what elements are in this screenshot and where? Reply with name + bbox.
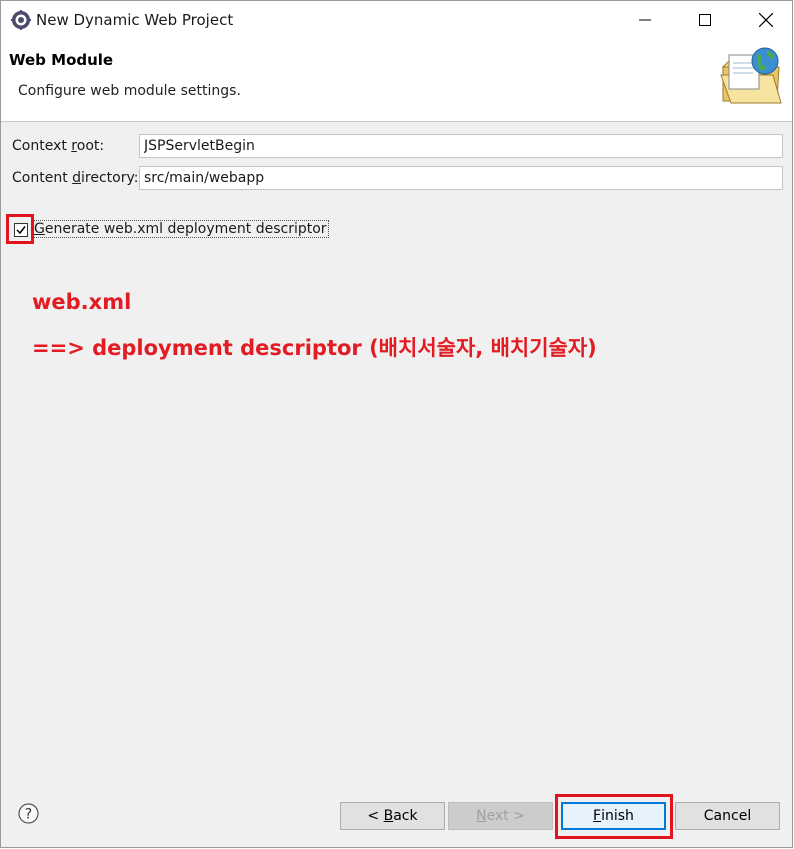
generate-descriptor-label[interactable]: Generate web.xml deployment descriptor [32,220,329,238]
page-title: Web Module [9,51,114,69]
context-root-label-pre: Context [12,138,72,154]
context-root-label: Context root: [12,138,104,154]
annotation-line-1: web.xml [32,290,132,314]
content-directory-mnemonic: d [72,170,82,186]
annotation-line-2: ==> deployment descriptor (배치서술자, 배치기술자) [32,336,597,360]
back-mnemonic: B [383,808,394,824]
highlight-box-finish [555,794,673,839]
back-label-pre: < [367,808,384,824]
cancel-button[interactable]: Cancel [675,802,780,830]
back-button[interactable]: < Back [340,802,445,830]
context-root-label-post: oot: [76,138,105,154]
next-button[interactable]: Next > [448,802,553,830]
content-directory-label-pre: Content [12,170,73,186]
svg-text:?: ? [25,807,32,823]
minimize-icon [639,19,651,21]
maximize-icon [699,14,711,26]
highlight-box-checkbox [6,214,34,244]
title-bar: New Dynamic Web Project [1,1,792,39]
wizard-banner: Web Module Configure web module settings… [1,39,792,122]
content-directory-input[interactable] [139,166,783,190]
help-icon[interactable]: ? [18,803,39,824]
content-directory-label: Content directory: [12,170,138,186]
folder-globe-icon [720,47,782,104]
minimize-button[interactable] [622,1,668,39]
content-directory-label-post: irectory: [81,170,139,186]
generate-descriptor-label-post: enerate web.xml deployment descriptor [44,221,327,237]
back-label-post: ack [393,808,418,824]
next-label-post: ext > [486,808,525,824]
close-icon [759,13,773,27]
next-mnemonic: N [476,808,487,824]
maximize-button[interactable] [682,1,728,39]
close-button[interactable] [743,1,789,39]
generate-descriptor-mnemonic: G [34,221,45,237]
window-title: New Dynamic Web Project [36,11,234,29]
context-root-input[interactable] [139,134,783,158]
eclipse-gear-icon [11,10,31,30]
dialog-window: New Dynamic Web Project Web Module Confi… [0,0,793,848]
page-description: Configure web module settings. [18,83,241,99]
